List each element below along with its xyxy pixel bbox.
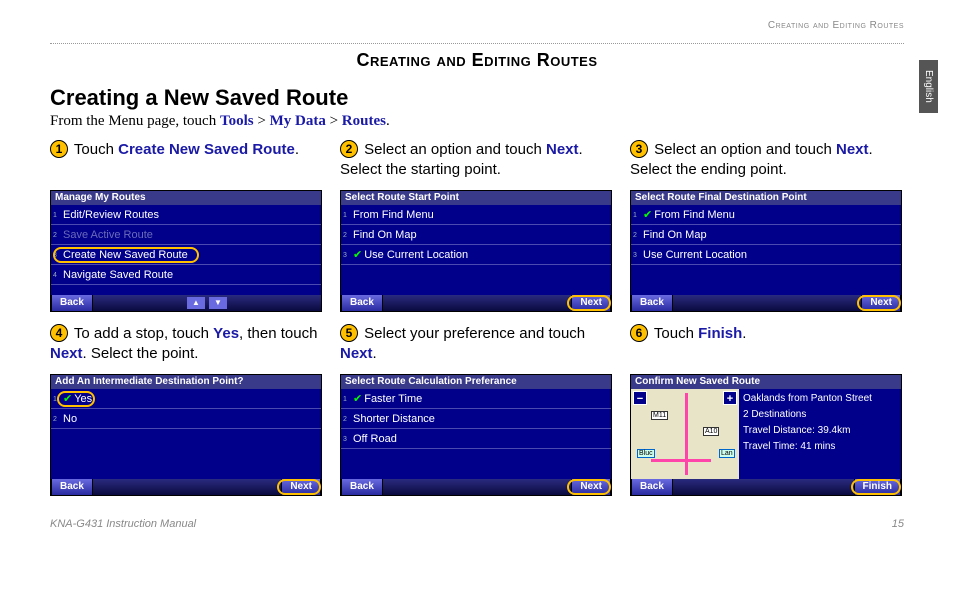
checkmark-icon: ✔	[643, 209, 652, 221]
page-footer: KNA-G431 Instruction Manual 15	[50, 518, 904, 530]
step-5-number-icon: 5	[340, 324, 358, 342]
screen-title: Add An Intermediate Destination Point?	[51, 375, 321, 389]
menu-item-navigate-saved[interactable]: 4Navigate Saved Route	[51, 265, 321, 285]
step-1-text: 1 Touch Create New Saved Route.	[50, 140, 324, 184]
screen-title: Manage My Routes	[51, 191, 321, 205]
finish-button[interactable]: Finish	[854, 479, 901, 495]
menu-item-faster[interactable]: 1✔Faster Time	[341, 389, 611, 409]
step-3: 3 Select an option and touch Next. Selec…	[630, 140, 904, 312]
road-label: Lan	[719, 449, 735, 458]
step-3-text: 3 Select an option and touch Next. Selec…	[630, 140, 904, 184]
step-2-text: 2 Select an option and touch Next. Selec…	[340, 140, 614, 184]
next-button[interactable]: Next	[571, 479, 611, 495]
step-5: 5 Select your preference and touch Next.…	[340, 324, 614, 496]
checkmark-icon: ✔	[63, 393, 72, 405]
language-tab: English	[919, 60, 938, 113]
subsection-title: Creating a New Saved Route	[50, 85, 904, 111]
road-label: A10	[703, 427, 719, 436]
step-6-text: 6 Touch Finish.	[630, 324, 904, 368]
back-button[interactable]: Back	[51, 479, 93, 495]
menu-item-edit-review[interactable]: 1Edit/Review Routes	[51, 205, 321, 225]
screenshot-confirm: Confirm New Saved Route − + M11 A10 Bluc…	[630, 374, 902, 496]
breadcrumb-tools: Tools	[220, 113, 254, 129]
step-2: 2 Select an option and touch Next. Selec…	[340, 140, 614, 312]
back-button[interactable]: Back	[341, 295, 383, 311]
step-5-text: 5 Select your preference and touch Next.	[340, 324, 614, 368]
breadcrumb-prefix: From the Menu page, touch	[50, 113, 220, 129]
menu-item-from-find[interactable]: 1From Find Menu	[341, 205, 611, 225]
menu-item-save-active[interactable]: 2Save Active Route	[51, 225, 321, 245]
route-time: Travel Time: 41 mins	[743, 441, 897, 452]
screenshot-manage-routes: Manage My Routes 1Edit/Review Routes 2Sa…	[50, 190, 322, 312]
menu-item-use-current[interactable]: 3✔Use Current Location	[341, 245, 611, 265]
zoom-in-icon[interactable]: +	[723, 391, 737, 405]
breadcrumb-routes: Routes	[342, 113, 386, 129]
section-title: Creating and Editing Routes	[50, 50, 904, 71]
screen-title: Select Route Final Destination Point	[631, 191, 901, 205]
horizontal-rule	[50, 43, 904, 44]
route-name: Oaklands from Panton Street	[743, 393, 897, 404]
menu-item-use-current[interactable]: 3Use Current Location	[631, 245, 901, 265]
down-arrow-icon[interactable]: ▼	[209, 297, 227, 309]
screenshot-start-point: Select Route Start Point 1From Find Menu…	[340, 190, 612, 312]
step-6-number-icon: 6	[630, 324, 648, 342]
map-preview[interactable]: − + M11 A10 Bluc Lan	[631, 389, 739, 479]
step-1-number-icon: 1	[50, 140, 68, 158]
menu-item-no[interactable]: 2No	[51, 409, 321, 429]
screen-title: Confirm New Saved Route	[631, 375, 901, 389]
step-2-number-icon: 2	[340, 140, 358, 158]
menu-item-find-on-map[interactable]: 2Find On Map	[341, 225, 611, 245]
back-button[interactable]: Back	[341, 479, 383, 495]
screen-title: Select Route Calculation Preferance	[341, 375, 611, 389]
checkmark-icon: ✔	[353, 249, 362, 261]
step-4-number-icon: 4	[50, 324, 68, 342]
running-header: Creating and Editing Routes	[50, 20, 904, 31]
menu-item-offroad[interactable]: 3Off Road	[341, 429, 611, 449]
road-label: M11	[651, 411, 668, 420]
zoom-out-icon[interactable]: −	[633, 391, 647, 405]
route-destinations: 2 Destinations	[743, 409, 897, 420]
screenshot-intermediate: Add An Intermediate Destination Point? 1…	[50, 374, 322, 496]
menu-item-shorter[interactable]: 2Shorter Distance	[341, 409, 611, 429]
step-6: 6 Touch Finish. Confirm New Saved Route …	[630, 324, 904, 496]
step-4-text: 4 To add a stop, touch Yes, then touch N…	[50, 324, 324, 368]
breadcrumb-mydata: My Data	[270, 113, 326, 129]
menu-item-create-new[interactable]: 3Create New Saved Route	[51, 245, 321, 265]
route-info-panel: Oaklands from Panton Street 2 Destinatio…	[739, 389, 901, 479]
road-label: Bluc	[637, 449, 655, 458]
page-number: 15	[892, 518, 904, 530]
back-button[interactable]: Back	[631, 479, 673, 495]
back-button[interactable]: Back	[631, 295, 673, 311]
breadcrumb: From the Menu page, touch Tools > My Dat…	[50, 113, 904, 130]
menu-item-from-find[interactable]: 1✔From Find Menu	[631, 205, 901, 225]
menu-item-yes[interactable]: 1✔Yes	[51, 389, 321, 409]
screen-title: Select Route Start Point	[341, 191, 611, 205]
menu-item-find-on-map[interactable]: 2Find On Map	[631, 225, 901, 245]
step-1: 1 Touch Create New Saved Route. Manage M…	[50, 140, 324, 312]
next-button[interactable]: Next	[281, 479, 321, 495]
step-4: 4 To add a stop, touch Yes, then touch N…	[50, 324, 324, 496]
up-arrow-icon[interactable]: ▲	[187, 297, 205, 309]
next-button[interactable]: Next	[861, 295, 901, 311]
manual-name: KNA-G431 Instruction Manual	[50, 518, 196, 530]
back-button[interactable]: Back	[51, 295, 93, 311]
next-button[interactable]: Next	[571, 295, 611, 311]
screenshot-calc-pref: Select Route Calculation Preferance 1✔Fa…	[340, 374, 612, 496]
route-distance: Travel Distance: 39.4km	[743, 425, 897, 436]
step-3-number-icon: 3	[630, 140, 648, 158]
screenshot-end-point: Select Route Final Destination Point 1✔F…	[630, 190, 902, 312]
checkmark-icon: ✔	[353, 393, 362, 405]
